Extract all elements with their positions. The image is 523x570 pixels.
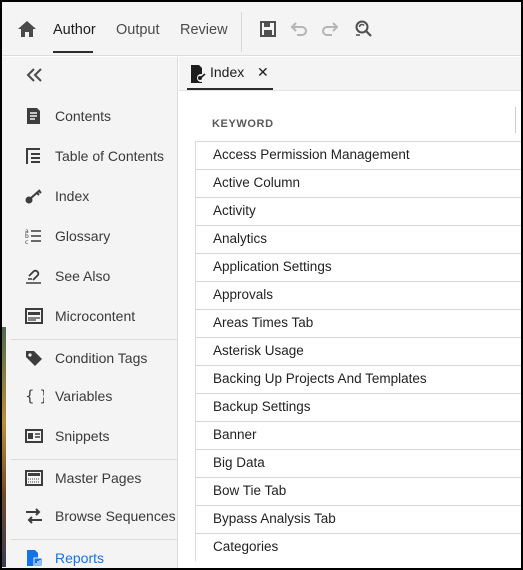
keyword-cell: Approvals [213, 287, 274, 302]
left-sidebar: Contents Table of Contents Index abc Glo… [2, 57, 178, 568]
sidebar-item-label: Condition Tags [55, 350, 148, 366]
keyword-cell: Analytics [213, 231, 268, 246]
undo-icon[interactable] [289, 19, 309, 39]
keyword-cell: Big Data [213, 455, 265, 470]
table-row[interactable]: Asterisk Usage [195, 337, 521, 365]
sidebar-divider [10, 339, 178, 340]
browse-sequences-icon [24, 507, 44, 525]
active-document-tab-indicator [187, 88, 273, 90]
sidebar-item-contents[interactable]: Contents [2, 99, 178, 133]
redo-icon[interactable] [320, 19, 340, 39]
master-pages-icon [24, 469, 44, 487]
table-row[interactable]: Activity [195, 197, 521, 225]
table-row[interactable]: Bypass Analysis Tab [195, 505, 521, 533]
sidebar-item-master-pages[interactable]: Master Pages [2, 461, 178, 495]
sidebar-item-glossary[interactable]: abc Glossary [2, 219, 178, 253]
sidebar-item-label: Microcontent [55, 308, 136, 324]
column-resize-handle[interactable] [515, 107, 516, 133]
index-editor: KEYWORD Access Permission Management Acti… [179, 92, 521, 568]
keyword-cell: Areas Times Tab [213, 315, 314, 330]
table-row[interactable]: Analytics [195, 225, 521, 253]
sidebar-divider [10, 459, 178, 460]
contents-icon [24, 107, 44, 125]
sidebar-item-microcontent[interactable]: Microcontent [2, 299, 178, 333]
active-tab-indicator [53, 51, 93, 53]
table-row[interactable]: Banner [195, 421, 521, 449]
sidebar-item-see-also[interactable]: See Also [2, 259, 178, 293]
keyword-cell: Asterisk Usage [213, 343, 304, 358]
sidebar-item-label: Table of Contents [55, 148, 164, 164]
app-window: Author Output Review Contents Table of C… [0, 0, 523, 570]
sidebar-item-label: Browse Sequences [55, 508, 176, 524]
sidebar-item-reports[interactable]: Reports [2, 541, 178, 568]
sidebar-item-table-of-contents[interactable]: Table of Contents [2, 139, 178, 173]
sidebar-item-index[interactable]: Index [2, 179, 178, 213]
index-document-icon [189, 64, 207, 84]
table-row[interactable]: Bow Tie Tab [195, 477, 521, 505]
sidebar-item-label: Reports [55, 550, 105, 566]
see-also-icon [24, 267, 44, 285]
sidebar-item-label: Contents [55, 108, 112, 124]
table-row[interactable]: Backup Settings [195, 393, 521, 421]
svg-text:{ }: { } [25, 387, 44, 405]
save-icon[interactable] [258, 19, 278, 39]
toolbar-divider [241, 12, 242, 52]
sidebar-item-variables[interactable]: { } Variables [2, 379, 178, 413]
keyword-cell: Active Column [213, 175, 301, 190]
document-tab-label: Index [210, 64, 245, 80]
svg-text:c: c [25, 239, 28, 245]
keyword-cell: Bow Tie Tab [213, 483, 287, 498]
table-of-contents-icon [24, 147, 44, 165]
table-row[interactable]: Access Permission Management [195, 141, 521, 169]
braces-icon: { } [24, 387, 49, 405]
table-row[interactable]: Active Column [195, 169, 521, 197]
key-icon [24, 187, 44, 205]
snippets-icon [24, 427, 44, 445]
reports-icon [24, 549, 44, 567]
table-row[interactable]: Categories [195, 533, 521, 561]
microcontent-icon [24, 307, 44, 325]
tab-review[interactable]: Review [180, 20, 228, 40]
glossary-icon: abc [24, 227, 44, 246]
table-row[interactable]: Backing Up Projects And Templates [195, 365, 521, 393]
keyword-cell: Categories [213, 539, 279, 554]
background-image-strip [2, 327, 6, 567]
keyword-cell: Backing Up Projects And Templates [213, 371, 427, 386]
table-row[interactable]: Application Settings [195, 253, 521, 281]
table-row[interactable]: Big Data [195, 449, 521, 477]
keyword-list: Access Permission Management Active Colum… [195, 141, 521, 561]
document-tab-bar: Index ✕ [179, 57, 521, 91]
table-row[interactable]: Approvals [195, 281, 521, 309]
sidebar-item-condition-tags[interactable]: Condition Tags [2, 341, 178, 375]
sidebar-item-label: Index [55, 188, 90, 204]
sidebar-item-label: Master Pages [55, 470, 142, 486]
sidebar-item-label: See Also [55, 268, 111, 284]
sidebar-item-snippets[interactable]: Snippets [2, 419, 178, 453]
find-replace-icon[interactable] [353, 19, 373, 39]
keyword-cell: Activity [213, 203, 256, 218]
keyword-cell: Banner [213, 427, 257, 442]
sidebar-item-label: Glossary [55, 228, 111, 244]
sidebar-divider [10, 539, 178, 540]
tag-icon [24, 349, 44, 367]
top-toolbar: Author Output Review [2, 2, 521, 56]
keyword-cell: Application Settings [213, 259, 332, 274]
keyword-cell: Bypass Analysis Tab [213, 511, 336, 526]
tab-author[interactable]: Author [53, 20, 96, 40]
sidebar-item-browse-sequences[interactable]: Browse Sequences [2, 499, 178, 533]
document-tab-index[interactable]: Index ✕ [187, 57, 273, 91]
keyword-column-header[interactable]: KEYWORD [212, 118, 274, 130]
home-icon[interactable] [16, 18, 38, 40]
sidebar-item-label: Snippets [55, 428, 110, 444]
double-chevron-left-icon[interactable] [24, 66, 46, 84]
sidebar-item-label: Variables [55, 388, 113, 404]
close-icon[interactable]: ✕ [257, 64, 269, 81]
tab-output[interactable]: Output [116, 20, 160, 40]
table-row[interactable]: Areas Times Tab [195, 309, 521, 337]
keyword-cell: Access Permission Management [213, 147, 410, 162]
keyword-cell: Backup Settings [213, 399, 311, 414]
